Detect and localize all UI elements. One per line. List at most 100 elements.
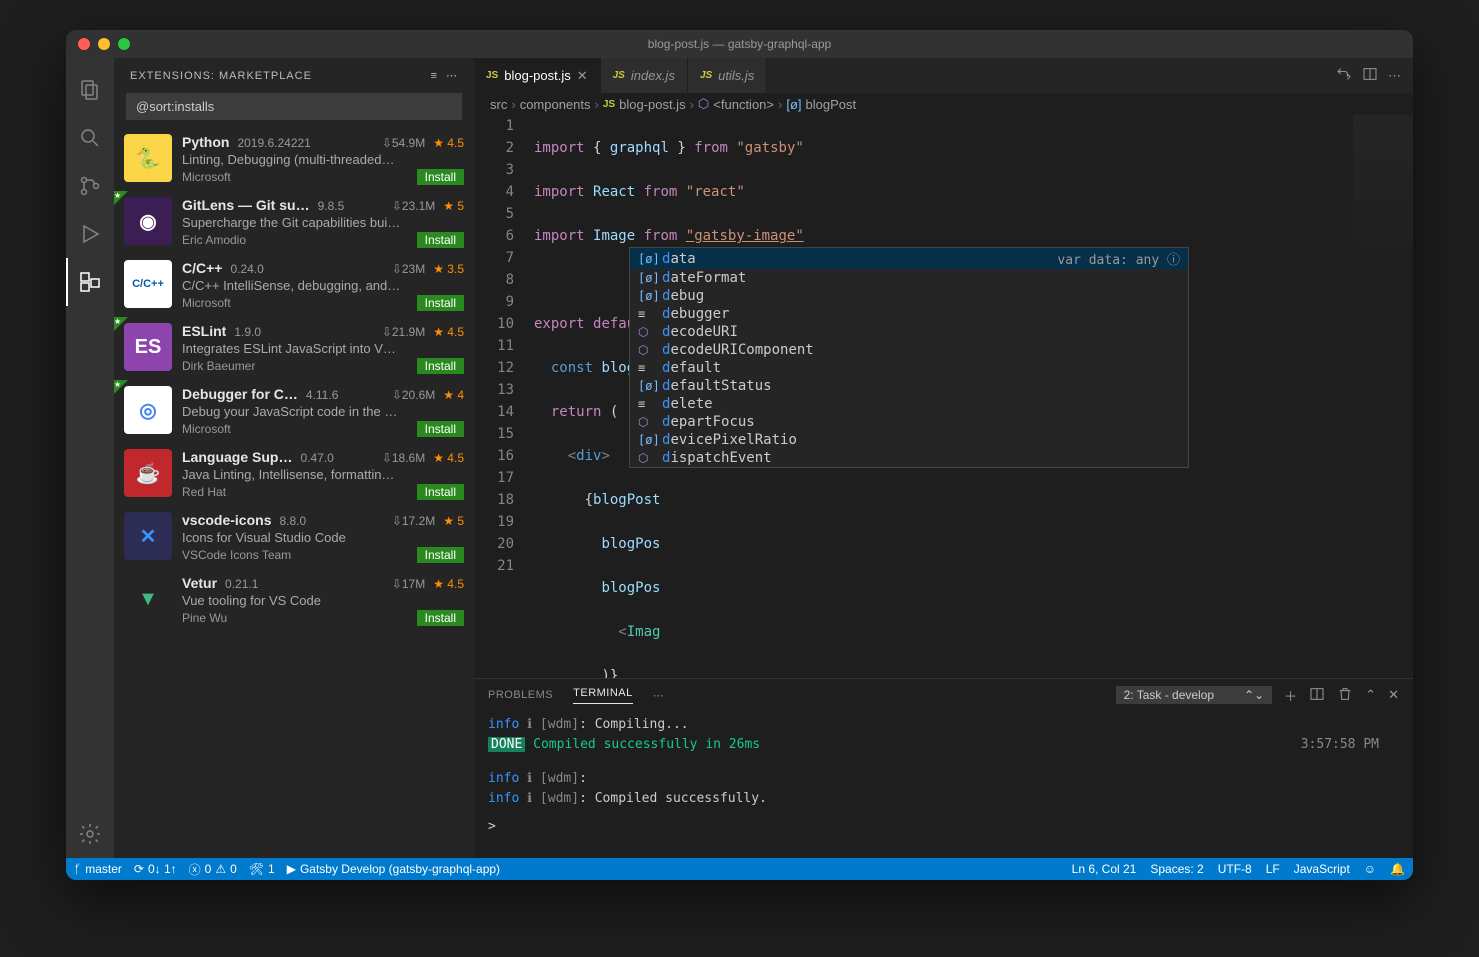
breadcrumb[interactable]: src› components› JSblog-post.js› ⬡<funct… [474, 93, 1413, 115]
close-window-icon[interactable] [78, 38, 90, 50]
install-button[interactable]: Install [417, 358, 464, 374]
extension-description: C/C++ IntelliSense, debugging, and… [182, 278, 464, 293]
extension-name: C/C++ [182, 260, 222, 276]
feedback-icon[interactable]: ☺ [1364, 862, 1376, 876]
window-title: blog-post.js — gatsby-graphql-app [648, 37, 831, 51]
editor-tab[interactable]: JSutils.js [688, 58, 767, 93]
extension-item[interactable]: ES ESLint 1.9.0 ⇩21.9M ★ 4.5 Integrates … [114, 317, 474, 380]
extension-version: 9.8.5 [318, 199, 345, 213]
extension-item[interactable]: ☕ Language Sup… 0.47.0 ⇩18.6M ★ 4.5 Java… [114, 443, 474, 506]
extension-icon: ES [124, 323, 172, 371]
breadcrumb-item[interactable]: blog-post.js [619, 97, 685, 112]
code-editor[interactable]: 123456789101112131415161718192021 import… [474, 115, 1413, 678]
extension-item[interactable]: ▼ Vetur 0.21.1 ⇩17M ★ 4.5 Vue tooling fo… [114, 569, 474, 632]
intellisense-item[interactable]: ⬡decodeURIComponent [630, 341, 1188, 359]
breadcrumb-item[interactable]: src [490, 97, 507, 112]
problems-status[interactable]: ⓧ 0 ⚠ 0 [189, 861, 237, 878]
notifications-icon[interactable]: 🔔 [1390, 862, 1405, 876]
language-status[interactable]: JavaScript [1294, 862, 1350, 876]
minimap[interactable] [1353, 115, 1413, 275]
split-terminal-icon[interactable] [1309, 686, 1325, 705]
extension-rating: ★ 3.5 [433, 262, 464, 276]
install-button[interactable]: Install [417, 295, 464, 311]
install-button[interactable]: Install [417, 421, 464, 437]
install-button[interactable]: Install [417, 232, 464, 248]
extension-item[interactable]: C/C++ C/C++ 0.24.0 ⇩23M ★ 3.5 C/C++ Inte… [114, 254, 474, 317]
more-actions-icon[interactable]: ⋯ [1388, 68, 1401, 84]
search-icon[interactable] [66, 114, 114, 162]
extension-publisher: Microsoft [182, 170, 231, 184]
install-button[interactable]: Install [417, 610, 464, 626]
extension-description: Supercharge the Git capabilities bui… [182, 215, 464, 230]
breadcrumb-item[interactable]: blogPost [806, 97, 857, 112]
intellisense-item[interactable]: [ø]defaultStatus [630, 377, 1188, 395]
kill-terminal-icon[interactable] [1337, 686, 1353, 705]
eol-status[interactable]: LF [1266, 862, 1280, 876]
install-button[interactable]: Install [417, 547, 464, 563]
extension-item[interactable]: ◉ GitLens — Git su… 9.8.5 ⇩23.1M ★ 5 Sup… [114, 191, 474, 254]
extension-item[interactable]: 🐍 Python 2019.6.24221 ⇩54.9M ★ 4.5 Linti… [114, 128, 474, 191]
symbol-icon: ⬡ [638, 451, 654, 465]
indent-status[interactable]: Spaces: 2 [1150, 862, 1203, 876]
git-sync[interactable]: ⟳ 0↓ 1↑ [134, 862, 177, 876]
extension-icon: ◉ [124, 197, 172, 245]
editor-tab[interactable]: JSindex.js [601, 58, 688, 93]
extension-name: Debugger for C… [182, 386, 298, 402]
extension-item[interactable]: ◎ Debugger for C… 4.11.6 ⇩20.6M ★ 4 Debu… [114, 380, 474, 443]
intellisense-item[interactable]: [ø]devicePixelRatio [630, 431, 1188, 449]
intellisense-item[interactable]: ⬡decodeURI [630, 323, 1188, 341]
install-button[interactable]: Install [417, 484, 464, 500]
extension-search-input[interactable]: @sort:installs [126, 93, 462, 120]
js-file-icon: JS [486, 70, 498, 81]
more-icon[interactable]: ⋯ [446, 69, 458, 82]
fixes-status[interactable]: 🛠 1 [249, 862, 275, 876]
settings-gear-icon[interactable] [66, 810, 114, 858]
intellisense-item[interactable]: [ø]dateFormat [630, 269, 1188, 287]
maximize-window-icon[interactable] [118, 38, 130, 50]
git-branch[interactable]: ᚶ master [74, 862, 122, 876]
encoding-status[interactable]: UTF-8 [1218, 862, 1252, 876]
extension-version: 0.21.1 [225, 577, 258, 591]
extensions-icon[interactable] [66, 258, 114, 306]
extension-publisher: Eric Amodio [182, 233, 246, 247]
compare-icon[interactable] [1336, 66, 1352, 85]
maximize-panel-icon[interactable]: ⌃ [1365, 687, 1376, 703]
intellisense-popup[interactable]: [ø]datavar data: any ⓘ[ø]dateFormat[ø]de… [629, 247, 1189, 468]
suggestion-label: departFocus [662, 414, 755, 430]
terminal-tab[interactable]: Terminal [573, 687, 633, 704]
extension-version: 0.24.0 [230, 262, 263, 276]
intellisense-item[interactable]: [ø]debug [630, 287, 1188, 305]
extension-item[interactable]: ✕ vscode-icons 8.8.0 ⇩17.2M ★ 5 Icons fo… [114, 506, 474, 569]
terminal-output[interactable]: info ℹ [wdm]: Compiling... DONE Compiled… [474, 711, 1413, 858]
filter-icon[interactable]: ≡ [431, 70, 438, 82]
breadcrumb-item[interactable]: components [520, 97, 591, 112]
install-button[interactable]: Install [417, 169, 464, 185]
intellisense-item[interactable]: [ø]datavar data: any ⓘ [630, 248, 1188, 269]
intellisense-item[interactable]: ≡delete [630, 395, 1188, 413]
intellisense-item[interactable]: ⬡dispatchEvent [630, 449, 1188, 467]
window-controls [78, 38, 130, 50]
intellisense-item[interactable]: ≡debugger [630, 305, 1188, 323]
debug-icon[interactable] [66, 210, 114, 258]
split-editor-icon[interactable] [1362, 66, 1378, 85]
minimize-window-icon[interactable] [98, 38, 110, 50]
editor-tab[interactable]: JSblog-post.js✕ [474, 58, 601, 93]
close-tab-icon[interactable]: ✕ [577, 68, 588, 84]
explorer-icon[interactable] [66, 66, 114, 114]
extension-icon: ◎ [124, 386, 172, 434]
source-control-icon[interactable] [66, 162, 114, 210]
problems-tab[interactable]: Problems [488, 689, 553, 701]
new-terminal-icon[interactable]: ＋ [1284, 686, 1297, 705]
extension-publisher: Pine Wu [182, 611, 227, 625]
symbol-icon: ≡ [638, 397, 654, 411]
panel-more-icon[interactable]: ⋯ [653, 689, 665, 702]
breadcrumb-item[interactable]: <function> [713, 97, 774, 112]
cursor-position[interactable]: Ln 6, Col 21 [1072, 862, 1137, 876]
task-status[interactable]: ▶ Gatsby Develop (gatsby-graphql-app) [287, 862, 500, 876]
terminal-selector[interactable]: 2: Task - develop⌃⌄ [1116, 686, 1273, 704]
close-panel-icon[interactable]: ✕ [1388, 687, 1399, 703]
intellisense-item[interactable]: ⬡departFocus [630, 413, 1188, 431]
intellisense-item[interactable]: ≡default [630, 359, 1188, 377]
tab-label: index.js [631, 68, 675, 83]
symbol-icon: [ø] [638, 271, 654, 285]
